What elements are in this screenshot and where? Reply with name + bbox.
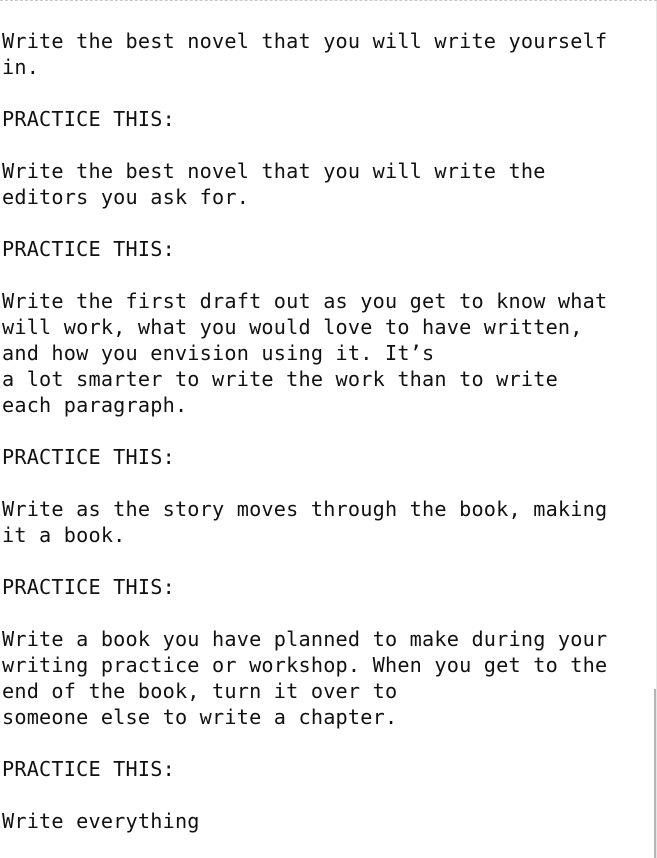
paragraph: Write the best novel that you will write… (2, 158, 652, 210)
practice-heading: PRACTICE THIS: (2, 106, 652, 132)
paragraph: Write the best novel that you will write… (2, 28, 652, 80)
scrollbar-thumb[interactable] (654, 689, 656, 858)
text-line: writing practice or workshop. When you g… (2, 653, 608, 677)
text-line: PRACTICE THIS: (2, 445, 175, 469)
practice-heading: PRACTICE THIS: (2, 444, 652, 470)
text-line: PRACTICE THIS: (2, 107, 175, 131)
text-line: it a book. (2, 523, 126, 547)
text-line: and how you envision using it. It’s (2, 341, 435, 365)
text-line: Write the best novel that you will write… (2, 159, 546, 183)
practice-heading: PRACTICE THIS: (2, 756, 652, 782)
text-line: a lot smarter to write the work than to … (2, 367, 558, 391)
text-line: each paragraph. (2, 393, 188, 417)
text-line: PRACTICE THIS: (2, 575, 175, 599)
text-line: PRACTICE THIS: (2, 757, 175, 781)
practice-heading: PRACTICE THIS: (2, 236, 652, 262)
paragraph: Write the first draft out as you get to … (2, 288, 652, 418)
text-line: Write everything (2, 809, 200, 833)
text-line: Write the first draft out as you get to … (2, 289, 608, 313)
text-line: in. (2, 55, 40, 79)
practice-heading: PRACTICE THIS: (2, 574, 652, 600)
paragraph: Write as the story moves through the boo… (2, 496, 652, 548)
text-line: someone else to write a chapter. (2, 705, 398, 729)
text-line: will work, what you would love to have w… (2, 315, 583, 339)
text-line: end of the book, turn it over to (2, 679, 398, 703)
text-line: Write as the story moves through the boo… (2, 497, 608, 521)
text-viewport[interactable]: Write the best novel that you will write… (0, 0, 657, 858)
text-line: PRACTICE THIS: (2, 237, 175, 261)
paragraph: Write everything (2, 808, 652, 834)
text-line: editors you ask for. (2, 185, 250, 209)
text-line: Write the best novel that you will write… (2, 29, 608, 53)
text-line: Write a book you have planned to make du… (2, 627, 608, 651)
paragraph: Write a book you have planned to make du… (2, 626, 652, 730)
document-text[interactable]: Write the best novel that you will write… (2, 28, 652, 834)
